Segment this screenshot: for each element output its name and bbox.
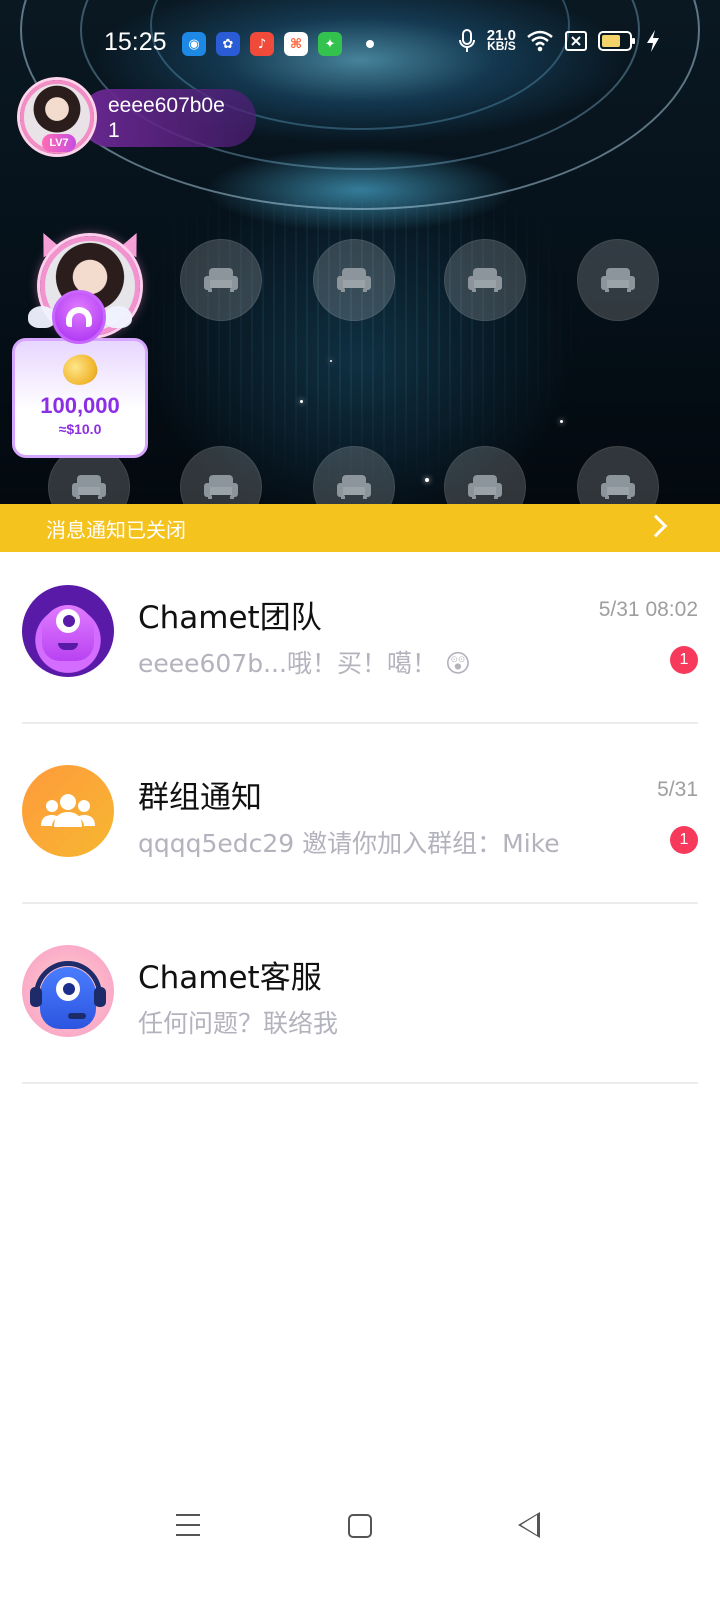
- status-time: 15:25: [104, 28, 167, 56]
- sofa-icon: [72, 475, 106, 499]
- wifi-icon: [527, 30, 553, 52]
- sofa-icon: [337, 475, 371, 499]
- group-avatar: [22, 765, 114, 857]
- charging-icon: [647, 30, 659, 52]
- conversation-preview: qqqq5edc29 邀请你加入群组：Mike: [138, 829, 560, 858]
- conversation-title: 群组通知: [138, 780, 262, 816]
- host-count: 1: [108, 119, 120, 142]
- empty-seat[interactable]: [180, 239, 262, 321]
- sparkle: [425, 478, 429, 482]
- conversation-time: 5/31: [657, 778, 698, 801]
- empty-seat[interactable]: [313, 239, 395, 321]
- sofa-icon: [601, 475, 635, 499]
- app-icon: ◉: [182, 32, 206, 56]
- back-icon[interactable]: [518, 1512, 540, 1538]
- status-bar: 15:25 ◉ ✿ ♪ ⌘ ✦ 21.0 KB/S: [0, 22, 720, 66]
- coin-reward-card[interactable]: 100,000 ≈$10.0: [12, 338, 148, 458]
- net-speed-unit: KB/S: [487, 39, 516, 53]
- sofa-icon: [204, 268, 238, 292]
- wing-icon: [104, 306, 132, 328]
- sparkle: [330, 360, 332, 362]
- music-icon: ♪: [250, 32, 274, 56]
- host-name-pill[interactable]: eeee607b0e 1: [80, 89, 256, 147]
- sparkle: [560, 420, 563, 423]
- conversation-item-support[interactable]: Chamet客服 任何问题？联络我: [0, 900, 720, 1084]
- conversation-title: Chamet客服: [138, 960, 322, 996]
- sofa-icon: [468, 268, 502, 292]
- empty-seat[interactable]: [577, 239, 659, 321]
- coin-icon: [58, 350, 102, 390]
- system-nav-bar: [0, 1490, 720, 1570]
- game-icon: ⌘: [284, 32, 308, 56]
- sofa-icon: [468, 475, 502, 499]
- home-icon[interactable]: [348, 1514, 372, 1538]
- sofa-icon: [337, 268, 371, 292]
- team-avatar: [22, 585, 114, 677]
- support-avatar: [22, 945, 114, 1037]
- mascot-icon: [52, 290, 106, 344]
- menu-icon[interactable]: [176, 1514, 200, 1536]
- conversation-preview: 任何问题？联络我: [138, 1009, 339, 1038]
- notice-text: 消息通知已关闭: [46, 517, 186, 542]
- android-icon: ✦: [318, 32, 342, 56]
- baidu-icon: ✿: [216, 32, 240, 56]
- level-badge: LV7: [42, 134, 76, 152]
- conversation-item-team[interactable]: Chamet团队 eeee607b...哦！买！噶！ 😲 5/31 08:02 …: [0, 540, 720, 724]
- empty-seat[interactable]: [444, 239, 526, 321]
- divider: [22, 1082, 698, 1084]
- status-right-group: 21.0 KB/S: [457, 28, 660, 54]
- battery-icon: [598, 31, 635, 51]
- unread-badge: 1: [670, 826, 698, 854]
- conversation-title: Chamet团队: [138, 600, 322, 636]
- sofa-icon: [204, 475, 238, 499]
- sofa-icon: [601, 268, 635, 292]
- sparkle: [300, 400, 303, 403]
- coin-usd-value: ≈$10.0: [58, 421, 102, 437]
- conversation-item-group-notice[interactable]: 群组通知 qqqq5edc29 邀请你加入群组：Mike 5/31 1: [0, 720, 720, 904]
- unread-badge: 1: [670, 646, 698, 674]
- chevron-right-icon: [644, 514, 668, 538]
- host-name: eeee607b0e: [108, 94, 225, 117]
- group-icon: [41, 794, 95, 827]
- coin-amount: 100,000: [40, 393, 120, 418]
- live-room-banner[interactable]: 15:25 ◉ ✿ ♪ ⌘ ✦ 21.0 KB/S eeee607b0e 1 L…: [0, 0, 720, 504]
- conversation-time: 5/31 08:02: [598, 598, 698, 621]
- notification-dot-icon: [366, 40, 374, 48]
- network-speed: 21.0 KB/S: [487, 28, 516, 53]
- sim-icon: [565, 31, 587, 51]
- conversation-preview: eeee607b...哦！买！噶！ 😲: [138, 649, 471, 678]
- mic-icon: [458, 29, 475, 52]
